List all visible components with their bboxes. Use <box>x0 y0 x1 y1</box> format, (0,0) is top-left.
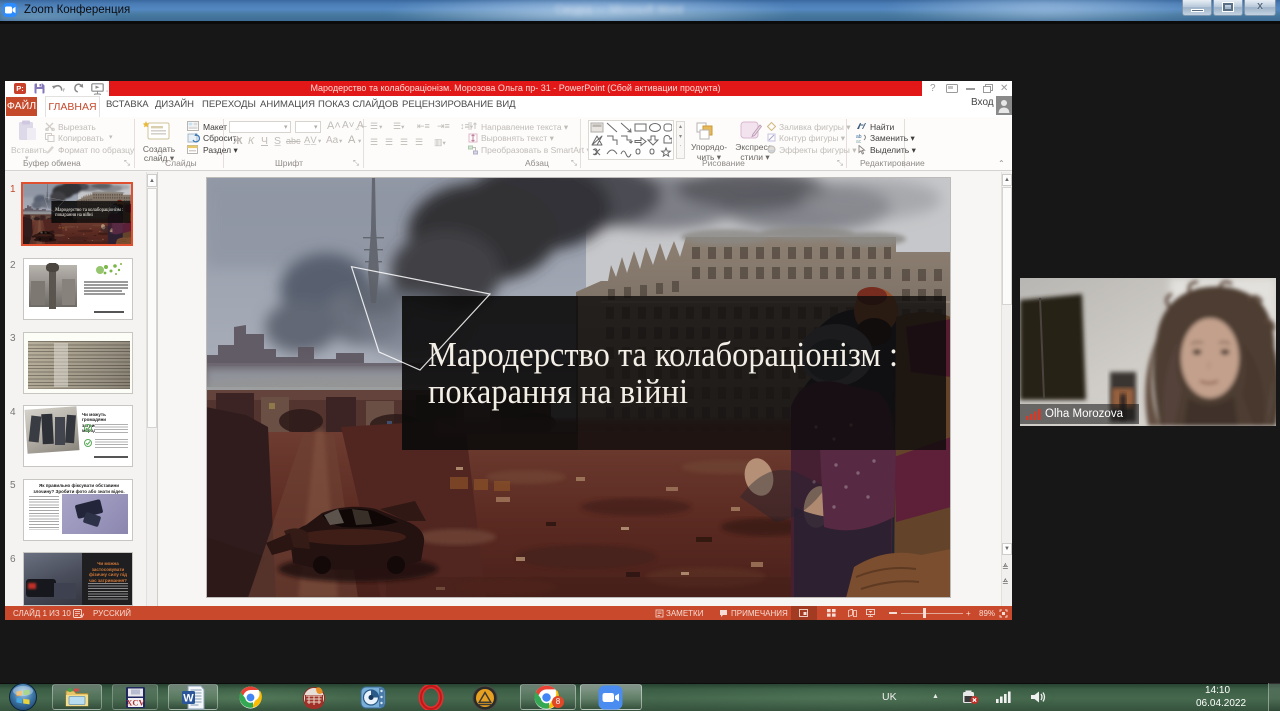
svg-text:покарання на війні: покарання на війні <box>428 372 688 411</box>
svg-text:Мародерство та колабораціонізм: Мародерство та колабораціонізм : <box>428 335 898 374</box>
svg-text:XCV: XCV <box>126 698 145 708</box>
svg-text:W: W <box>183 693 194 705</box>
svg-text:ac: ac <box>856 139 862 143</box>
